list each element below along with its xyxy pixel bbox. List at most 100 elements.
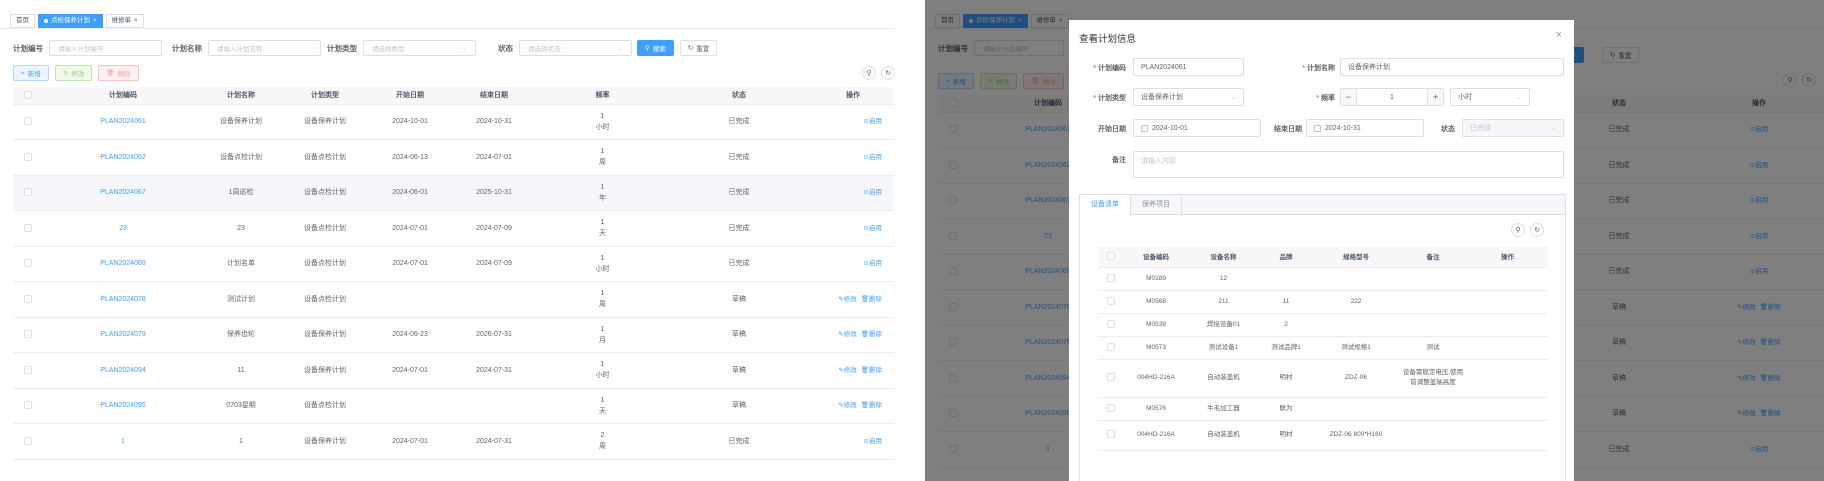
plan-type-cell: 设备点检计划 xyxy=(279,175,371,211)
plan-type-cell: 设备点检计划 xyxy=(279,246,371,282)
row-checkbox[interactable] xyxy=(1107,319,1115,328)
row-checkbox-cell xyxy=(1098,336,1124,360)
plan-code-link[interactable]: PLAN2024061 xyxy=(100,118,146,125)
refresh-button[interactable]: ↻ xyxy=(1530,223,1544,237)
spec-cell xyxy=(1313,397,1399,421)
actions-cell: ⊙启用 xyxy=(812,175,894,211)
row-checkbox[interactable] xyxy=(24,401,32,410)
frequency-number: 1 xyxy=(600,183,605,191)
close-icon[interactable]: × xyxy=(93,15,97,27)
row-action-label: 删除 xyxy=(869,295,882,303)
row-checkbox[interactable] xyxy=(1107,403,1115,412)
freq-stepper[interactable]: − 1 + xyxy=(1340,88,1444,106)
table-row: 1 1 设备保养计划 2024-07-01 2024-07-31 2 周已完成 ⊙启用 xyxy=(13,423,894,460)
detail-tab[interactable]: 保养项目 xyxy=(1131,195,1182,214)
edit-icon: ✎ xyxy=(62,70,69,77)
row-action-enable[interactable]: ⊙启用 xyxy=(864,225,882,232)
plan-code-link[interactable]: PLAN2024095 xyxy=(100,402,146,409)
row-action-delete[interactable]: 🗑删除 xyxy=(861,331,882,338)
reset-button[interactable]: ↻重置 xyxy=(679,40,718,56)
add-button[interactable]: +新增 xyxy=(13,65,49,81)
search-button[interactable]: ⚲ 搜索 xyxy=(637,40,674,56)
status-select[interactable]: 请选择状态 ⌄ xyxy=(519,40,632,56)
plan-code-link[interactable]: 1 xyxy=(121,438,125,445)
row-action-enable[interactable]: ⊙启用 xyxy=(864,189,882,196)
frequency-unit: 小时 xyxy=(595,372,610,380)
increment-button[interactable]: + xyxy=(1427,89,1443,105)
plan-code-link[interactable]: PLAN2024078 xyxy=(100,296,146,303)
edit-button[interactable]: ✎修改 xyxy=(54,65,93,81)
actions-cell: ✎修改 🗑删除 xyxy=(812,388,894,424)
toggle-search-button[interactable]: ⚲ xyxy=(862,66,876,80)
freq-unit-select[interactable]: 小时 ⌄ xyxy=(1450,88,1530,106)
row-checkbox-cell xyxy=(13,175,43,211)
plan-code-link[interactable]: PLAN2024069 xyxy=(100,260,146,267)
row-checkbox[interactable] xyxy=(24,188,32,197)
refresh-button[interactable]: ↻ xyxy=(881,66,894,80)
row-action-delete[interactable]: 🗑删除 xyxy=(861,296,882,303)
row-checkbox[interactable] xyxy=(24,117,32,126)
row-action-label: 启用 xyxy=(869,260,882,268)
row-checkbox[interactable] xyxy=(1107,296,1115,305)
plan-code-link[interactable]: PLAN2024067 xyxy=(100,189,146,196)
device-row: M0573 测试设备1 测试品牌1 测试规格1 测试 xyxy=(1098,336,1548,360)
close-icon[interactable]: × xyxy=(134,15,138,27)
plan-name-field[interactable]: 设备保养计划 xyxy=(1340,58,1564,76)
frequency-cell: 1月 xyxy=(539,317,666,353)
delete-button[interactable]: 🗑删除 xyxy=(98,65,139,81)
plan-name-cell: 保养齿轮 xyxy=(203,317,279,353)
table-header-row: 计划编码 计划名称 计划类型 开始日期 结束日期 频率 状态 操作 xyxy=(13,87,894,105)
row-checkbox[interactable] xyxy=(1107,430,1115,439)
start-date-cell: 2024-07-01 xyxy=(371,246,449,282)
row-checkbox[interactable] xyxy=(1107,273,1115,282)
row-checkbox[interactable] xyxy=(1107,342,1115,351)
remark-textarea[interactable]: 请输入内容 xyxy=(1133,151,1564,178)
plan-code-link[interactable]: 23 xyxy=(119,225,127,232)
row-action-delete[interactable]: 🗑删除 xyxy=(861,402,882,409)
device-list-table: 设备编码 设备名称 品牌 规格型号 备注 操作 M0189 12 M0568 211 11 222 M… xyxy=(1098,246,1548,451)
row-checkbox[interactable] xyxy=(24,259,32,268)
frequency-number: 1 xyxy=(600,148,605,156)
row-checkbox[interactable] xyxy=(24,436,32,445)
plan-code-link[interactable]: PLAN2024062 xyxy=(100,154,146,161)
plan-code-link[interactable]: PLAN2024094 xyxy=(100,367,146,374)
close-icon[interactable]: × xyxy=(1556,29,1562,41)
status-cell: 已完成 xyxy=(666,246,812,282)
row-action-enable[interactable]: ⊙启用 xyxy=(864,438,882,445)
toggle-search-button[interactable]: ⚲ xyxy=(1511,223,1525,237)
row-checkbox[interactable] xyxy=(24,365,32,374)
row-action-enable[interactable]: ⊙启用 xyxy=(864,118,882,125)
tag-tab[interactable]: 点检保养计划× xyxy=(38,13,103,28)
row-action-enable[interactable]: ⊙启用 xyxy=(864,260,882,267)
row-action-edit[interactable]: ✎修改 xyxy=(838,367,856,374)
row-action-edit[interactable]: ✎修改 xyxy=(838,402,856,409)
plan-code-link[interactable]: PLAN2024079 xyxy=(100,331,146,338)
plan-type-select[interactable]: 设备保养计划 ⌄ xyxy=(1133,88,1244,106)
tag-tab[interactable]: 维修单× xyxy=(105,13,144,28)
row-checkbox[interactable] xyxy=(24,294,32,303)
plan-name-input[interactable]: 请输入计划名称 xyxy=(208,40,321,56)
tag-tab[interactable]: 首页 xyxy=(10,13,35,28)
select-all-checkbox[interactable] xyxy=(24,91,32,100)
spec-cell: 222 xyxy=(1313,290,1399,314)
row-action-enable[interactable]: ⊙启用 xyxy=(864,154,882,161)
plan-type-select[interactable]: 请选择类型 ⌄ xyxy=(363,40,476,56)
end-date-picker[interactable]: 2024-10-31 xyxy=(1306,119,1424,137)
row-checkbox[interactable] xyxy=(24,223,32,232)
remark-cell xyxy=(1399,290,1467,314)
select-all-checkbox[interactable] xyxy=(1107,252,1115,261)
plan-code-input[interactable]: 请输入计划编号 xyxy=(49,40,162,56)
detail-tab[interactable]: 设备清单 xyxy=(1080,195,1131,216)
decrement-button[interactable]: − xyxy=(1341,89,1357,105)
frequency-number: 1 xyxy=(600,361,605,369)
start-date-picker[interactable]: 2024-10-01 xyxy=(1133,119,1261,137)
plan-code-field[interactable]: PLAN2024061 xyxy=(1133,58,1244,76)
row-action-edit[interactable]: ✎修改 xyxy=(838,296,856,303)
row-checkbox[interactable] xyxy=(24,330,32,339)
actions-cell xyxy=(1467,359,1548,398)
row-checkbox[interactable] xyxy=(1107,373,1115,382)
status-cell: 已完成 xyxy=(666,210,812,247)
row-checkbox[interactable] xyxy=(24,152,32,161)
row-action-delete[interactable]: 🗑删除 xyxy=(861,367,882,374)
row-action-edit[interactable]: ✎修改 xyxy=(838,331,856,338)
